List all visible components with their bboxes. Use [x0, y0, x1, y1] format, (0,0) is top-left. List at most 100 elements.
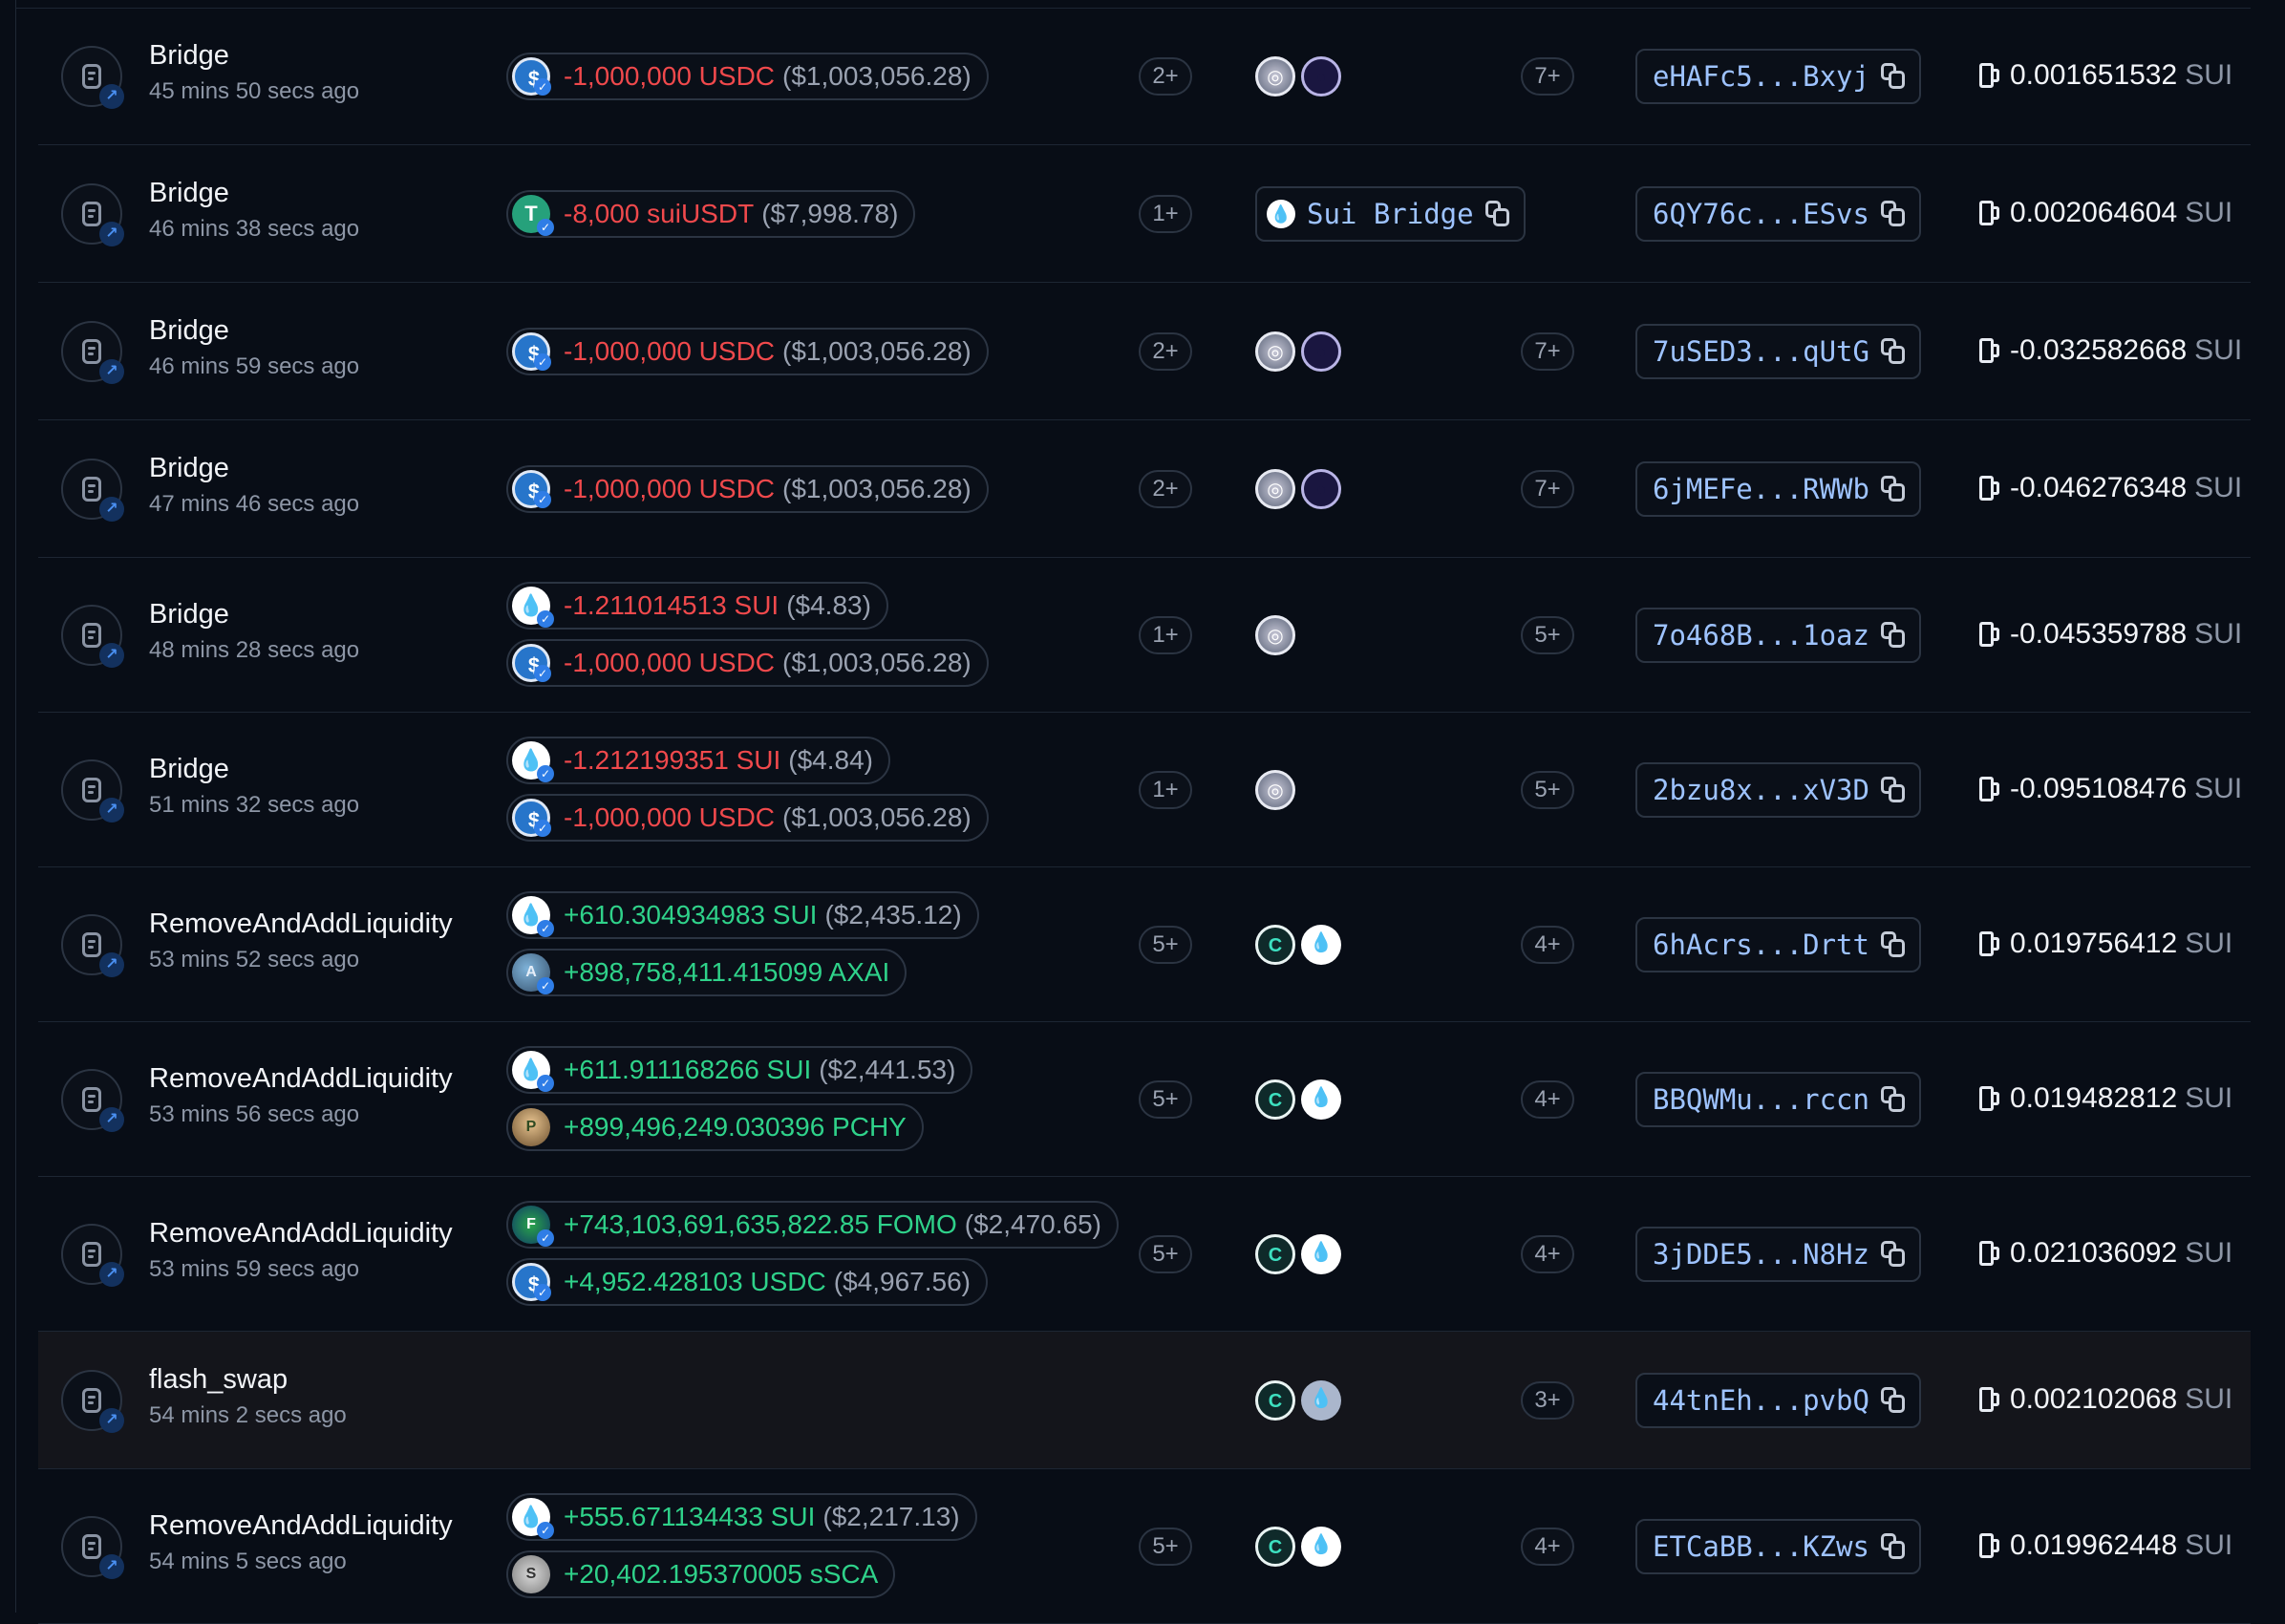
transaction-type[interactable]: RemoveAndAddLiquidity [149, 908, 453, 940]
input-objects-count[interactable]: 7+ [1521, 57, 1574, 96]
input-objects-count[interactable]: 3+ [1521, 1381, 1574, 1420]
transaction-digest[interactable]: 44tnEh...pvbQ [1635, 1373, 1921, 1428]
input-objects-count[interactable]: 5+ [1521, 771, 1574, 809]
transaction-digest[interactable]: eHAFc5...Bxyj [1635, 49, 1921, 104]
digest-label[interactable]: 6QY76c...ESvs [1653, 198, 1869, 230]
input-objects-count[interactable]: 4+ [1521, 926, 1574, 964]
cetus-protocol-icon[interactable]: C [1255, 925, 1295, 965]
cetus-protocol-icon[interactable]: C [1255, 1079, 1295, 1120]
transaction-type[interactable]: RemoveAndAddLiquidity [149, 1218, 453, 1250]
input-objects-count[interactable]: 7+ [1521, 470, 1574, 508]
balance-change-pill[interactable]: 💧 ✓ +610.304934983 SUI ($2,435.12) [506, 891, 979, 939]
digest-label[interactable]: 2bzu8x...xV3D [1653, 774, 1869, 806]
object-changes-count[interactable]: 5+ [1139, 1528, 1192, 1566]
balance-change-pill[interactable]: 💧 ✓ -1.211014513 SUI ($4.83) [506, 582, 888, 630]
object-changes-count[interactable]: 2+ [1139, 332, 1192, 371]
balance-change-pill[interactable]: S +20,402.195370005 sSCA [506, 1550, 896, 1598]
table-row[interactable]: ↗ RemoveAndAddLiquidity 53 mins 56 secs ag… [38, 1022, 2251, 1177]
digest-label[interactable]: 3jDDE5...N8Hz [1653, 1238, 1869, 1271]
copy-icon[interactable] [1880, 1533, 1906, 1560]
digest-label[interactable]: 7uSED3...qUtG [1653, 335, 1869, 368]
copy-icon[interactable] [1880, 1086, 1906, 1113]
balance-change-pill[interactable]: T ✓ -8,000 suiUSDT ($7,998.78) [506, 190, 916, 238]
table-row[interactable]: ↗ Bridge 46 mins 59 secs ago $ ✓ -1,000,000 U… [38, 283, 2251, 420]
balance-change-pill[interactable]: $ ✓ -1,000,000 USDC ($1,003,056.28) [506, 328, 989, 375]
digest-label[interactable]: ETCaBB...KZws [1653, 1530, 1869, 1563]
digest-label[interactable]: BBQWMu...rccn [1653, 1083, 1869, 1116]
wormhole-protocol-icon[interactable]: ◎ [1255, 469, 1295, 509]
table-row[interactable]: ↗ Bridge 46 mins 38 secs ago T ✓ -8,000 suiUS… [38, 145, 2251, 283]
balance-change-pill[interactable]: A ✓ +898,758,411.415099 AXAI [506, 949, 908, 996]
table-row[interactable]: ↗ RemoveAndAddLiquidity 54 mins 5 secs ago… [38, 1469, 2251, 1624]
balance-change-pill[interactable]: F ✓ +743,103,691,635,822.85 FOMO ($2,470.65… [506, 1201, 1119, 1249]
table-row[interactable]: ↗ RemoveAndAddLiquidity 53 mins 59 secs ag… [38, 1177, 2251, 1332]
sui-protocol-icon[interactable]: 💧 [1301, 1527, 1341, 1567]
object-changes-count[interactable]: 2+ [1139, 470, 1192, 508]
transaction-type[interactable]: Bridge [149, 453, 229, 484]
table-row[interactable]: ↗ Bridge 51 mins 32 secs ago 💧 ✓ -1.212199351… [38, 713, 2251, 867]
sui-protocol-icon[interactable]: 💧 [1301, 1079, 1341, 1120]
input-objects-count[interactable]: 4+ [1521, 1080, 1574, 1119]
copy-icon[interactable] [1880, 338, 1906, 365]
cetus-protocol-icon[interactable]: C [1255, 1380, 1295, 1421]
transaction-type[interactable]: Bridge [149, 754, 229, 785]
object-changes-count[interactable]: 5+ [1139, 1080, 1192, 1119]
transaction-type[interactable]: Bridge [149, 599, 229, 630]
table-row[interactable]: ↗ RemoveAndAddLiquidity 53 mins 52 secs ag… [38, 867, 2251, 1022]
digest-label[interactable]: eHAFc5...Bxyj [1653, 60, 1869, 93]
balance-change-pill[interactable]: $ ✓ -1,000,000 USDC ($1,003,056.28) [506, 465, 989, 513]
digest-label[interactable]: 7o468B...1oaz [1653, 619, 1869, 652]
object-changes-count[interactable]: 1+ [1139, 195, 1192, 233]
ring-protocol-icon[interactable]: ○ [1301, 331, 1341, 372]
transaction-type[interactable]: Bridge [149, 40, 229, 72]
copy-icon[interactable] [1880, 201, 1906, 227]
transaction-type[interactable]: Bridge [149, 315, 229, 347]
balance-change-pill[interactable]: P +899,496,249.030396 PCHY [506, 1103, 924, 1151]
balance-change-pill[interactable]: 💧 ✓ +555.671134433 SUI ($2,217.13) [506, 1493, 977, 1541]
wormhole-protocol-icon[interactable]: ◎ [1255, 331, 1295, 372]
wormhole-protocol-icon[interactable]: ◎ [1255, 770, 1295, 810]
copy-icon[interactable] [1880, 476, 1906, 502]
object-changes-count[interactable]: 5+ [1139, 926, 1192, 964]
sui-protocol-icon[interactable]: 💧 [1301, 1380, 1341, 1421]
transaction-type[interactable]: Bridge [149, 178, 229, 209]
sui-protocol-icon[interactable]: 💧 [1301, 1234, 1341, 1274]
cetus-protocol-icon[interactable]: C [1255, 1234, 1295, 1274]
transaction-digest[interactable]: 6hAcrs...Drtt [1635, 917, 1921, 972]
transaction-type[interactable]: RemoveAndAddLiquidity [149, 1510, 453, 1542]
transaction-digest[interactable]: ETCaBB...KZws [1635, 1519, 1921, 1574]
copy-icon[interactable] [1880, 622, 1906, 649]
digest-label[interactable]: 6jMEFe...RWWb [1653, 473, 1869, 505]
input-objects-count[interactable]: 4+ [1521, 1235, 1574, 1273]
object-changes-count[interactable]: 1+ [1139, 616, 1192, 654]
ring-protocol-icon[interactable]: ○ [1301, 469, 1341, 509]
copy-icon[interactable] [1880, 1387, 1906, 1414]
transaction-digest[interactable]: 6jMEFe...RWWb [1635, 461, 1921, 517]
transaction-digest[interactable]: BBQWMu...rccn [1635, 1072, 1921, 1127]
cetus-protocol-icon[interactable]: C [1255, 1527, 1295, 1567]
sui-protocol-icon[interactable]: 💧 [1301, 925, 1341, 965]
balance-change-pill[interactable]: 💧 ✓ -1.212199351 SUI ($4.84) [506, 737, 890, 784]
digest-label[interactable]: 6hAcrs...Drtt [1653, 929, 1869, 961]
table-row[interactable]: ↗ flash_swap 54 mins 2 secs ago C 💧 3+ 44tnEh.… [38, 1332, 2251, 1469]
input-objects-count[interactable]: 7+ [1521, 332, 1574, 371]
balance-change-pill[interactable]: $ ✓ -1,000,000 USDC ($1,003,056.28) [506, 53, 989, 100]
balance-change-pill[interactable]: $ ✓ -1,000,000 USDC ($1,003,056.28) [506, 639, 989, 687]
copy-icon[interactable] [1484, 201, 1510, 227]
table-row[interactable]: ↗ Bridge 45 mins 50 secs ago $ ✓ -1,000,000 U… [38, 8, 2251, 145]
wormhole-protocol-icon[interactable]: ◎ [1255, 615, 1295, 655]
digest-label[interactable]: 44tnEh...pvbQ [1653, 1384, 1869, 1417]
transaction-digest[interactable]: 3jDDE5...N8Hz [1635, 1227, 1921, 1282]
copy-icon[interactable] [1880, 777, 1906, 803]
balance-change-pill[interactable]: $ ✓ +4,952.428103 USDC ($4,967.56) [506, 1258, 988, 1306]
sui-bridge-link[interactable]: 💧 Sui Bridge [1255, 186, 1526, 242]
table-row[interactable]: ↗ Bridge 48 mins 28 secs ago 💧 ✓ -1.211014513… [38, 558, 2251, 713]
transaction-digest[interactable]: 7o468B...1oaz [1635, 608, 1921, 663]
object-changes-count[interactable]: 2+ [1139, 57, 1192, 96]
transaction-type[interactable]: RemoveAndAddLiquidity [149, 1063, 453, 1095]
balance-change-pill[interactable]: 💧 ✓ +611.911168266 SUI ($2,441.53) [506, 1046, 973, 1094]
object-changes-count[interactable]: 1+ [1139, 771, 1192, 809]
balance-change-pill[interactable]: $ ✓ -1,000,000 USDC ($1,003,056.28) [506, 794, 989, 842]
transaction-digest[interactable]: 7uSED3...qUtG [1635, 324, 1921, 379]
transaction-digest[interactable]: 6QY76c...ESvs [1635, 186, 1921, 242]
